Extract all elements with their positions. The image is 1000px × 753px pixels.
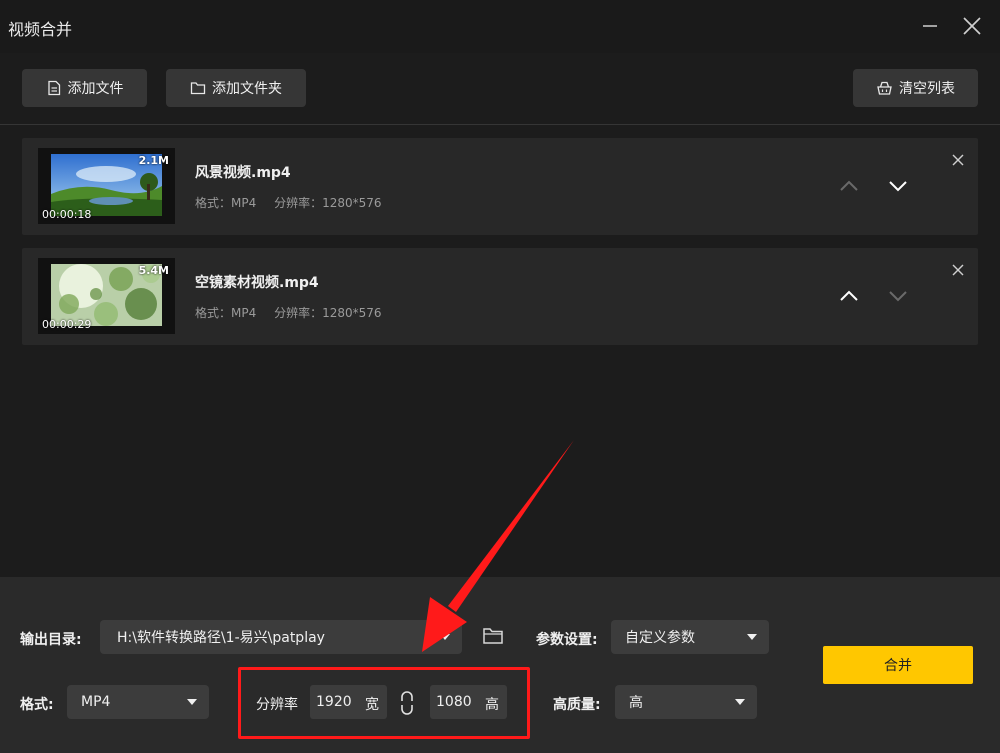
format-label: 格式:	[20, 697, 54, 713]
folder-icon	[483, 628, 503, 644]
quality-select[interactable]: 高	[615, 685, 757, 719]
remove-file-button[interactable]	[950, 152, 966, 168]
params-value: 自定义参数	[625, 630, 695, 646]
close-icon	[952, 264, 964, 276]
toolbar: 添加文件 添加文件夹 清空列表	[0, 53, 1000, 125]
add-folder-button[interactable]: 添加文件夹	[166, 69, 306, 107]
file-list: 2.1M 00:00:18 风景视频.mp4 格式：MP4 分辨率：1280*5…	[0, 125, 1000, 577]
output-dir-label: 输出目录:	[20, 632, 82, 648]
chevron-down-icon	[440, 634, 450, 640]
remove-file-button[interactable]	[950, 262, 966, 278]
output-dir-select[interactable]: H:\软件转换路径\1-易兴\patplay	[100, 620, 462, 654]
video-thumbnail: 2.1M 00:00:18	[38, 148, 175, 224]
file-meta: 格式：MP4 分辨率：1280*576	[195, 304, 396, 321]
file-icon	[47, 80, 60, 96]
format-value: MP4	[81, 694, 111, 710]
move-down-button[interactable]	[885, 173, 911, 199]
merge-button[interactable]: 合并	[823, 646, 973, 684]
video-thumbnail: 5.4M 00:00:29	[38, 258, 175, 334]
minimize-button[interactable]	[916, 12, 944, 40]
settings-panel: 输出目录: H:\软件转换路径\1-易兴\patplay 参数设置: 自定义参数…	[0, 577, 1000, 753]
file-size: 5.4M	[138, 264, 169, 277]
chevron-down-icon	[889, 291, 907, 302]
chevron-down-icon	[735, 699, 745, 705]
move-down-button[interactable]	[885, 283, 911, 309]
folder-icon	[190, 82, 206, 95]
clear-list-label: 清空列表	[899, 81, 955, 97]
annotation-highlight-box	[238, 667, 530, 739]
move-up-button[interactable]	[836, 283, 862, 309]
params-label: 参数设置:	[536, 632, 598, 648]
file-name: 风景视频.mp4	[195, 165, 291, 181]
chevron-down-icon	[187, 699, 197, 705]
move-up-button[interactable]	[836, 173, 862, 199]
close-window-button[interactable]	[958, 12, 986, 40]
output-dir-value: H:\软件转换路径\1-易兴\patplay	[117, 630, 325, 646]
video-duration: 00:00:18	[42, 208, 92, 221]
chevron-up-icon	[840, 290, 858, 301]
quality-value: 高	[629, 695, 643, 711]
clear-list-button[interactable]: 清空列表	[853, 69, 978, 107]
title-bar: 视频合并	[0, 0, 1000, 53]
browse-folder-button[interactable]	[482, 626, 506, 648]
close-icon	[952, 154, 964, 166]
video-duration: 00:00:29	[42, 318, 92, 331]
params-select[interactable]: 自定义参数	[611, 620, 769, 654]
file-resolution: 分辨率：1280*576	[274, 196, 382, 210]
file-resolution: 分辨率：1280*576	[274, 306, 382, 320]
add-folder-label: 添加文件夹	[212, 81, 282, 97]
close-icon	[963, 17, 981, 35]
add-file-label: 添加文件	[67, 81, 124, 97]
chevron-down-icon	[747, 634, 757, 640]
quality-label: 高质量:	[553, 697, 601, 713]
chevron-up-icon	[840, 180, 858, 191]
add-file-button[interactable]: 添加文件	[22, 69, 147, 107]
chevron-down-icon	[889, 181, 907, 192]
file-format: 格式：MP4	[195, 196, 257, 210]
window-title: 视频合并	[8, 20, 73, 39]
file-format: 格式：MP4	[195, 306, 257, 320]
file-meta: 格式：MP4 分辨率：1280*576	[195, 194, 396, 211]
minimize-icon	[923, 25, 937, 27]
file-size: 2.1M	[138, 154, 169, 167]
clear-basket-icon	[877, 81, 892, 95]
file-name: 空镜素材视频.mp4	[195, 275, 319, 291]
format-select[interactable]: MP4	[67, 685, 209, 719]
list-item[interactable]: 2.1M 00:00:18 风景视频.mp4 格式：MP4 分辨率：1280*5…	[22, 138, 978, 235]
list-item[interactable]: 5.4M 00:00:29 空镜素材视频.mp4 格式：MP4 分辨率：1280…	[22, 248, 978, 345]
